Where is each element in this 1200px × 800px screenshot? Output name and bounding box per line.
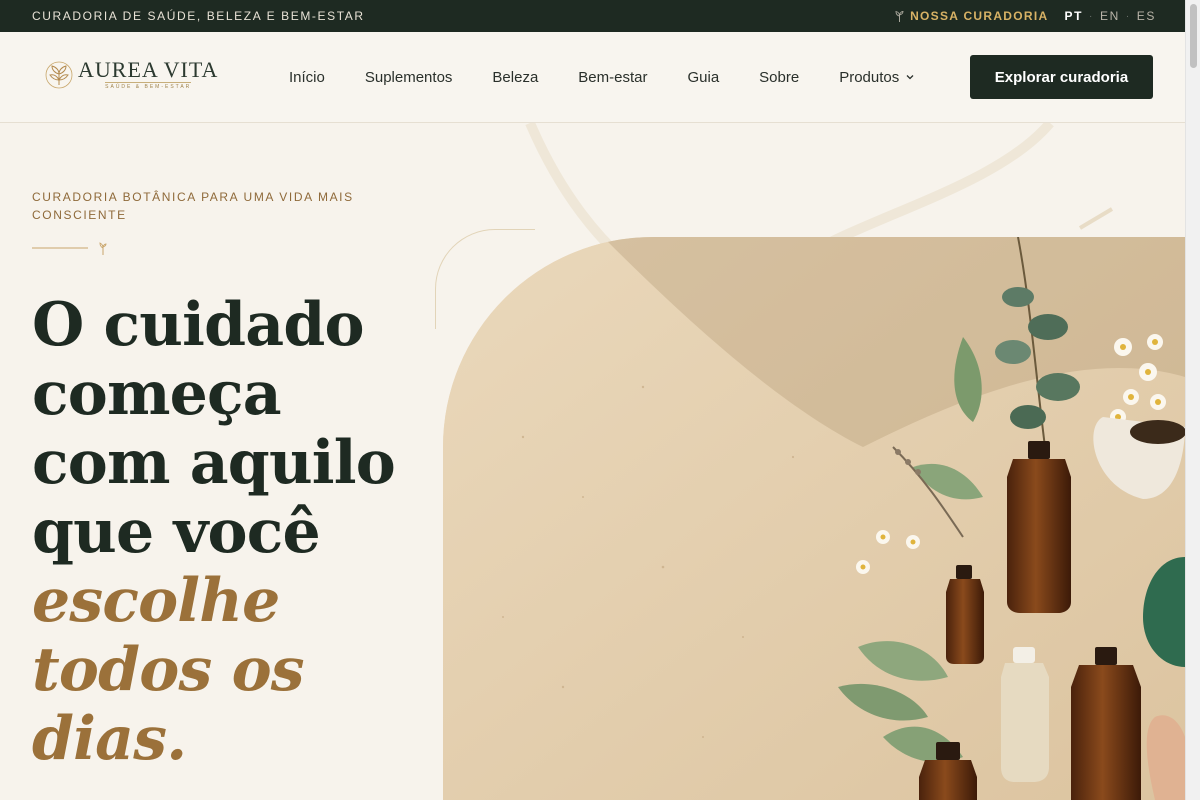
nossa-curadoria-link[interactable]: NOSSA CURADORIA bbox=[895, 9, 1048, 23]
language-switcher: PT · EN · ES bbox=[1064, 9, 1156, 23]
sprout-icon bbox=[895, 10, 904, 22]
lang-es[interactable]: ES bbox=[1137, 9, 1156, 23]
headline-accent-line: escolhe bbox=[32, 566, 280, 636]
headline-accent-line: dias. bbox=[32, 704, 187, 774]
nav-item-produtos-label: Produtos bbox=[839, 68, 900, 86]
lang-separator: · bbox=[1089, 10, 1094, 22]
logo-text: AUREA VITA SAÚDE & BEM-ESTAR bbox=[78, 57, 219, 91]
hero-section: CURADORIA BOTÂNICA PARA UMA VIDA MAIS CO… bbox=[0, 123, 1185, 800]
top-bar: CURADORIA DE SAÚDE, BELEZA E BEM-ESTAR N… bbox=[0, 0, 1200, 32]
nav-item-inicio[interactable]: Início bbox=[289, 69, 325, 86]
headline-accent-line: todos os bbox=[32, 635, 305, 705]
logo-leaf-icon bbox=[45, 61, 73, 88]
top-bar-right: NOSSA CURADORIA PT · EN · ES bbox=[895, 9, 1156, 23]
brand-name: AUREA VITA bbox=[78, 57, 219, 82]
page-scrollbar[interactable] bbox=[1185, 0, 1200, 800]
main-nav: Início Suplementos Beleza Bem-estar Guia… bbox=[289, 32, 915, 122]
headline-line: O cuidado bbox=[32, 290, 365, 360]
nav-item-suplementos[interactable]: Suplementos bbox=[365, 69, 453, 86]
nav-item-beleza[interactable]: Beleza bbox=[492, 69, 538, 86]
lang-separator: · bbox=[1125, 10, 1131, 22]
botanical-illustration bbox=[443, 237, 1185, 800]
hero-eyebrow: CURADORIA BOTÂNICA PARA UMA VIDA MAIS CO… bbox=[32, 190, 354, 222]
lang-en[interactable]: EN bbox=[1100, 9, 1120, 23]
nav-item-bem-estar[interactable]: Bem-estar bbox=[578, 69, 647, 86]
nav-item-guia[interactable]: Guia bbox=[687, 69, 719, 86]
headline-line: que você bbox=[32, 497, 321, 567]
brand-subtitle: SAÚDE & BEM-ESTAR bbox=[105, 82, 192, 90]
nav-item-sobre[interactable]: Sobre bbox=[759, 69, 799, 86]
scrollbar-thumb[interactable] bbox=[1190, 4, 1197, 68]
lang-pt[interactable]: PT bbox=[1064, 9, 1083, 23]
nossa-curadoria-label: NOSSA CURADORIA bbox=[910, 9, 1049, 23]
hero-botanical-image bbox=[443, 237, 1185, 800]
explorar-curadoria-button[interactable]: Explorar curadoria bbox=[970, 55, 1153, 99]
hero-headline: O cuidado começa com aquilo que você esc… bbox=[32, 291, 432, 774]
site-header: AUREA VITA SAÚDE & BEM-ESTAR Início Supl… bbox=[0, 32, 1185, 123]
eyebrow-divider bbox=[32, 242, 107, 255]
top-bar-tagline: CURADORIA DE SAÚDE, BELEZA E BEM-ESTAR bbox=[32, 9, 365, 23]
chevron-down-icon bbox=[906, 75, 914, 80]
brand-logo[interactable]: AUREA VITA SAÚDE & BEM-ESTAR bbox=[44, 59, 218, 90]
nav-item-produtos[interactable]: Produtos bbox=[839, 69, 915, 86]
headline-line: com aquilo bbox=[32, 428, 396, 498]
headline-line: começa bbox=[32, 359, 282, 429]
